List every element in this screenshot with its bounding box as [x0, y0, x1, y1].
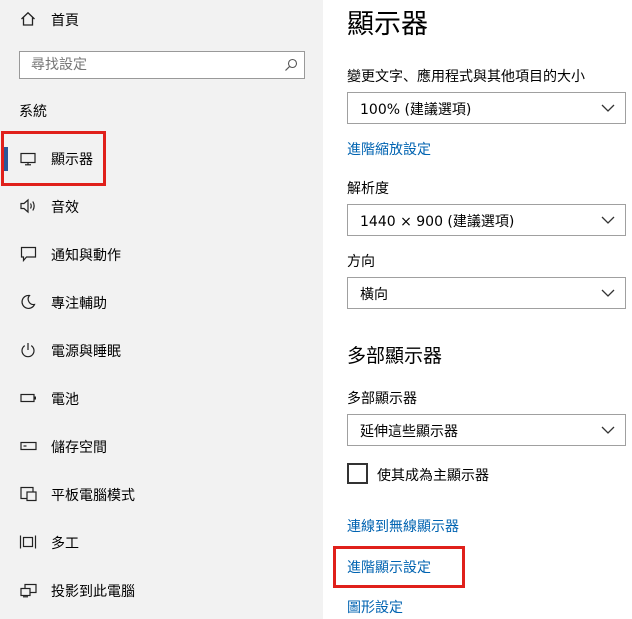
sidebar-item-label: 電池 — [51, 392, 79, 408]
battery-icon — [18, 388, 38, 408]
notification-icon — [18, 244, 38, 264]
graphics-settings-link[interactable]: 圖形設定 — [347, 597, 403, 617]
orientation-label: 方向 — [347, 254, 375, 270]
sidebar-item-label: 顯示器 — [51, 152, 93, 168]
multiple-displays-label: 多部顯示器 — [347, 391, 417, 407]
sidebar-item-storage[interactable]: 儲存空間 — [0, 424, 323, 468]
advanced-display-settings-link[interactable]: 進階顯示設定 — [347, 557, 431, 577]
chevron-down-icon — [601, 424, 615, 436]
chevron-down-icon — [601, 102, 615, 114]
section-title: 系統 — [19, 104, 47, 120]
sidebar-item-notifications[interactable]: 通知與動作 — [0, 232, 323, 276]
power-icon — [18, 340, 38, 360]
wireless-display-link[interactable]: 連線到無線顯示器 — [347, 516, 459, 536]
sidebar-item-label: 音效 — [51, 200, 79, 216]
sidebar-item-label: 儲存空間 — [51, 440, 107, 456]
speaker-icon — [18, 196, 38, 216]
scale-dropdown-value: 100% (建議選項) — [360, 102, 472, 118]
sidebar-item-battery[interactable]: 電池 — [0, 376, 323, 420]
multiple-displays-heading: 多部顯示器 — [347, 345, 443, 367]
sidebar-item-label: 多工 — [51, 536, 79, 552]
advanced-scaling-link[interactable]: 進階縮放設定 — [347, 139, 431, 159]
sidebar-item-label: 投影到此電腦 — [51, 584, 135, 600]
sidebar: 首頁 系統 顯示器 音效 通知與動作 專注輔助 — [0, 0, 323, 619]
tablet-mode-icon — [18, 484, 38, 504]
orientation-dropdown[interactable]: 橫向 — [347, 277, 626, 309]
multiple-displays-dropdown-value: 延伸這些顯示器 — [360, 424, 458, 440]
sidebar-item-label: 首頁 — [51, 13, 79, 29]
home-icon — [18, 9, 38, 29]
chevron-down-icon — [601, 287, 615, 299]
sidebar-item-label: 電源與睡眠 — [51, 344, 121, 360]
sidebar-item-label: 通知與動作 — [51, 248, 121, 264]
sidebar-item-home[interactable]: 首頁 — [0, 0, 323, 38]
chevron-down-icon — [601, 214, 615, 226]
main-display-checkbox-label: 使其成為主顯示器 — [377, 468, 489, 484]
sidebar-item-focus-assist[interactable]: 專注輔助 — [0, 280, 323, 324]
scale-label: 變更文字、應用程式與其他項目的大小 — [347, 69, 585, 85]
display-settings-panel: 顯示器 變更文字、應用程式與其他項目的大小 100% (建議選項) 進階縮放設定… — [323, 0, 632, 619]
sidebar-item-tablet-mode[interactable]: 平板電腦模式 — [0, 472, 323, 516]
sidebar-item-project-to-pc[interactable]: 投影到此電腦 — [0, 568, 323, 612]
resolution-dropdown[interactable]: 1440 × 900 (建議選項) — [347, 204, 626, 236]
sidebar-item-display[interactable]: 顯示器 — [0, 137, 323, 181]
search-input[interactable] — [20, 52, 286, 78]
moon-icon — [18, 292, 38, 312]
main-display-checkbox[interactable] — [347, 463, 368, 484]
multitasking-icon — [18, 532, 38, 552]
monitor-icon — [18, 149, 38, 169]
resolution-dropdown-value: 1440 × 900 (建議選項) — [360, 214, 515, 230]
sidebar-item-sound[interactable]: 音效 — [0, 184, 323, 228]
storage-icon — [18, 436, 38, 456]
resolution-label: 解析度 — [347, 181, 389, 197]
orientation-dropdown-value: 橫向 — [360, 287, 388, 303]
search-icon[interactable] — [284, 58, 298, 72]
sidebar-item-label: 平板電腦模式 — [51, 488, 135, 504]
multiple-displays-dropdown[interactable]: 延伸這些顯示器 — [347, 414, 626, 446]
sidebar-item-multitasking[interactable]: 多工 — [0, 520, 323, 564]
project-icon — [18, 580, 38, 600]
scale-dropdown[interactable]: 100% (建議選項) — [347, 92, 626, 124]
page-title: 顯示器 — [347, 9, 428, 40]
search-box — [19, 51, 305, 79]
sidebar-item-label: 專注輔助 — [51, 296, 107, 312]
sidebar-item-power-sleep[interactable]: 電源與睡眠 — [0, 328, 323, 372]
